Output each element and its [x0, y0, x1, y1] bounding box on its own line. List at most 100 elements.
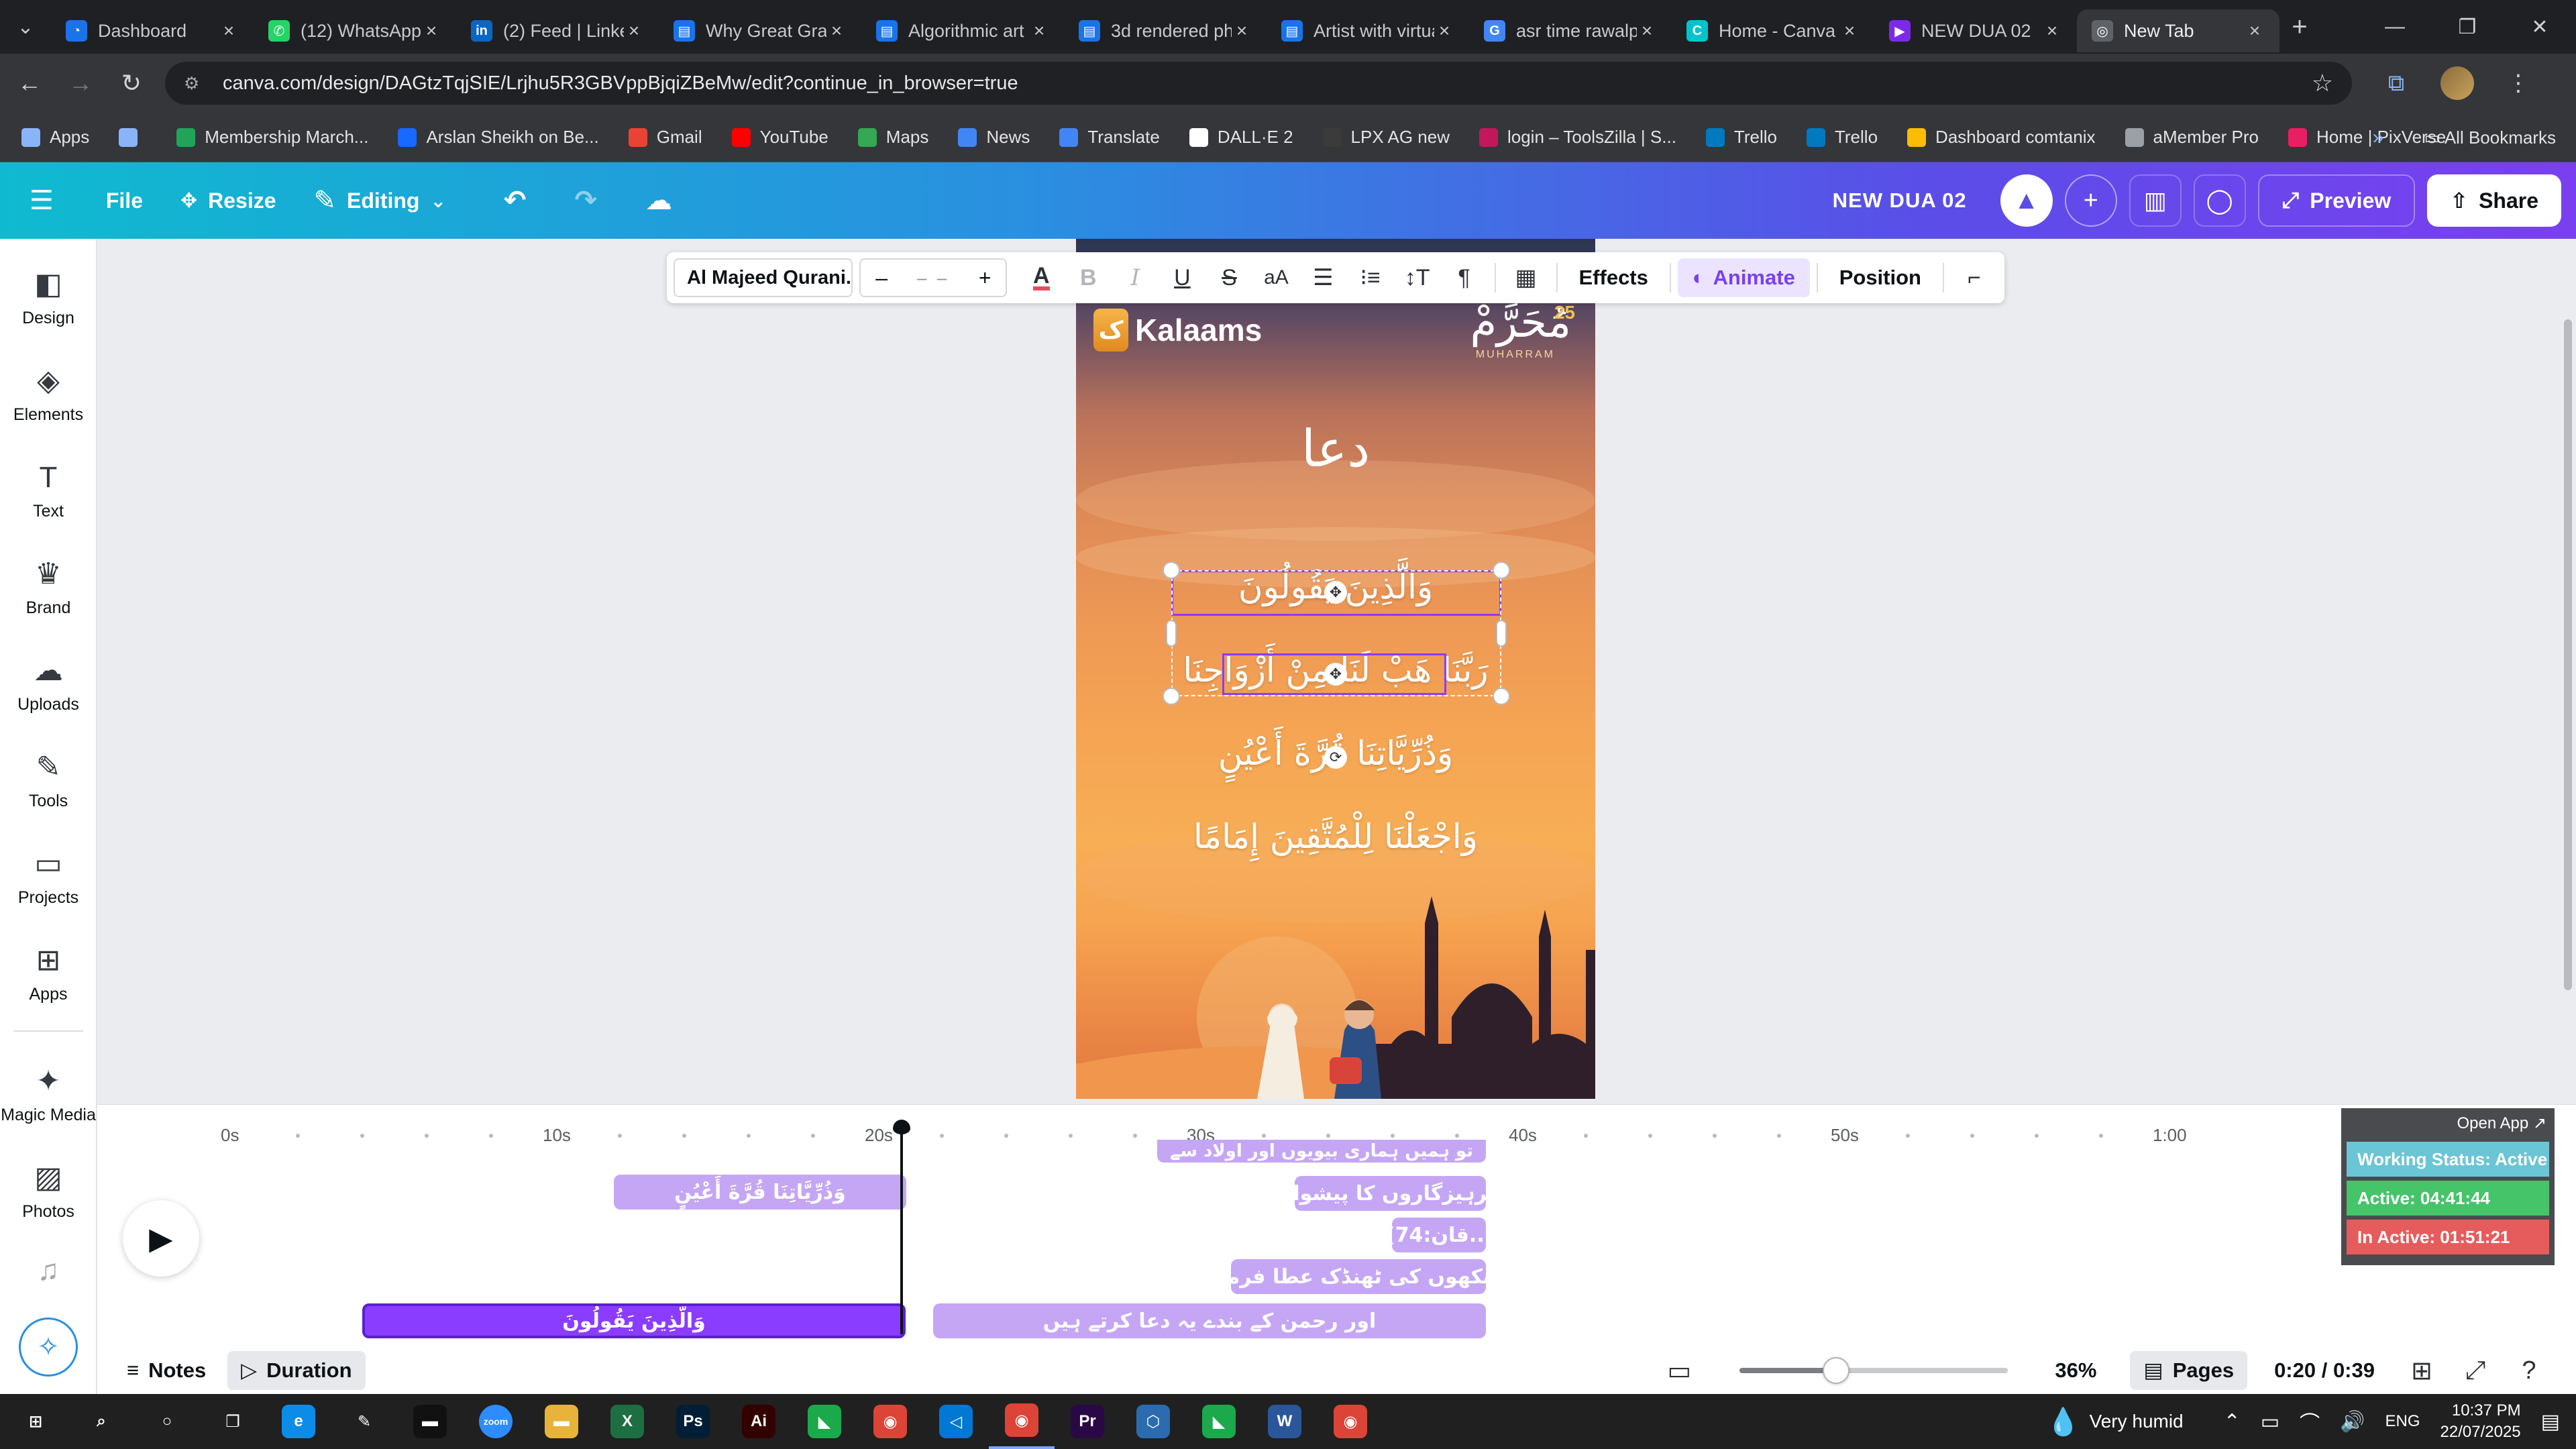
language-indicator[interactable]: ENG	[2385, 1412, 2420, 1431]
timeline-clip[interactable]: آنکھوں کی ٹھنڈک عطا فرما	[1231, 1259, 1486, 1294]
all-bookmarks-folder[interactable]: ▭ All Bookmarks	[2424, 127, 2556, 148]
browser-tab[interactable]: ◔ Dashboard ×	[51, 9, 254, 52]
dua-title[interactable]: دعا	[1076, 419, 1595, 478]
taskbar-app-task-view[interactable]: ❐	[200, 1394, 266, 1449]
close-tab-icon[interactable]: ×	[2042, 20, 2062, 42]
sidebar-item-photos[interactable]: ▨ Photos	[0, 1159, 97, 1222]
site-info-icon[interactable]: ⚙	[184, 73, 211, 94]
taskbar-app-chrome-2[interactable]: ◉	[1318, 1394, 1383, 1449]
playhead-line[interactable]	[900, 1132, 903, 1334]
browser-tab[interactable]: ▤ Why Great Graphic×	[659, 9, 861, 52]
taskbar-app-app-hex[interactable]: ⬡	[1120, 1394, 1186, 1449]
bookmark-item[interactable]: Gmail	[628, 127, 702, 148]
close-window-icon[interactable]: ✕	[2504, 0, 2576, 54]
bookmark-item[interactable]: Trello	[1806, 127, 1878, 148]
timeline-clip[interactable]: اور رحمن کے بندے یہ دعا کرتے ہیں	[933, 1303, 1486, 1338]
file-menu[interactable]: File	[106, 189, 143, 213]
timeline-clip[interactable]: ...قان:74)	[1392, 1218, 1486, 1252]
profile-avatar[interactable]	[2440, 66, 2474, 100]
duration-button[interactable]: ▷ Duration	[227, 1351, 366, 1390]
browser-tab[interactable]: ▶ NEW DUA 02 ×	[1874, 9, 2077, 52]
taskbar-app-illustrator[interactable]: Ai	[726, 1394, 792, 1449]
rotate-handle-icon[interactable]: ⟳	[1324, 746, 1347, 769]
help-icon[interactable]: ?	[2502, 1356, 2556, 1385]
taskbar-app-start[interactable]: ⊞	[3, 1394, 68, 1449]
animate-button[interactable]: ◐ Animate	[1677, 258, 1810, 297]
increase-font-size-button[interactable]: +	[964, 266, 1006, 290]
timeline-clip[interactable]: وَذُرِّيَّاتِنَا قُرَّةَ أَعْيُنٍ	[614, 1175, 906, 1210]
browser-tab[interactable]: ✆ (12) WhatsApp ×	[254, 9, 456, 52]
insights-icon[interactable]: ▥	[2129, 174, 2182, 227]
spacing-icon[interactable]: ↕T	[1394, 258, 1441, 297]
sidebar-item-elements[interactable]: ◈ Elements	[0, 362, 97, 425]
notes-button[interactable]: ≡ Notes	[113, 1351, 219, 1390]
browser-tab[interactable]: in (2) Feed | LinkedIn×	[456, 9, 659, 52]
open-app-link[interactable]: Open App ↗	[2347, 1114, 2549, 1138]
bookmark-item[interactable]: login – ToolsZilla | S...	[1479, 127, 1676, 148]
font-size-input[interactable]: – –	[902, 268, 964, 288]
taskbar-app-explorer[interactable]: ▬	[529, 1394, 594, 1449]
taskbar-app-edge[interactable]: e	[266, 1394, 331, 1449]
reload-icon[interactable]: ↻	[106, 69, 157, 97]
preview-button[interactable]: ⤢ Preview	[2257, 174, 2416, 227]
add-collaborator-icon[interactable]: +	[2064, 174, 2117, 227]
notifications-icon[interactable]: ▤	[2541, 1410, 2560, 1434]
resize-handle-bottom-left[interactable]	[1163, 688, 1180, 705]
playhead-handle[interactable]	[893, 1120, 910, 1134]
taskbar-app-search[interactable]: ⌕	[68, 1394, 134, 1449]
comments-icon[interactable]: ◯	[2193, 174, 2246, 227]
sidebar-item-apps[interactable]: ⊞ Apps	[0, 942, 97, 1004]
share-button[interactable]: ⇧ Share	[2427, 174, 2561, 227]
zoom-slider-thumb[interactable]	[1823, 1357, 1850, 1384]
bullet-list-icon[interactable]: ⁝≡	[1347, 258, 1394, 297]
align-center-icon[interactable]: ☰	[1299, 258, 1346, 297]
bookmark-item[interactable]: aMember Pro	[2125, 127, 2259, 148]
bookmark-item[interactable]: Arslan Sheikh on Be...	[398, 127, 599, 148]
browser-tab[interactable]: ▤ Artist with virtual ×	[1267, 9, 1469, 52]
close-tab-icon[interactable]: ×	[421, 20, 441, 42]
design-page[interactable]: ک Kalaams مُحَرَّمْ 25 MUHARRAM دعا وَالَ…	[1076, 239, 1595, 1099]
new-tab-icon[interactable]: +	[2279, 12, 2320, 42]
team-avatar[interactable]: ▲	[2000, 174, 2053, 227]
timeline-clip[interactable]: تو ہمیں ہماری بیویوں اور اولاد سے	[1157, 1140, 1486, 1163]
sidebar-item-uploads[interactable]: ☁ Uploads	[0, 652, 97, 714]
close-tab-icon[interactable]: ×	[1637, 20, 1657, 42]
scrollbar-thumb[interactable]	[2564, 319, 2572, 990]
tab-search-icon[interactable]: ⌄	[0, 0, 51, 54]
timeline-clip[interactable]: ...پرہیزگاروں کا پیشوا بنا	[1295, 1176, 1486, 1211]
browser-tab[interactable]: ▤ 3d rendered photo×	[1064, 9, 1267, 52]
move-handle-icon[interactable]: ✥	[1324, 581, 1347, 604]
transparency-icon[interactable]: ▦	[1503, 258, 1550, 297]
text-color-icon[interactable]: A	[1018, 258, 1065, 297]
back-icon[interactable]: ←	[4, 69, 55, 97]
font-family-select[interactable]: Al Majeed Qurani...	[674, 258, 853, 297]
resize-handle-left[interactable]	[1166, 620, 1177, 647]
taskbar-app-photoshop[interactable]: Ps	[660, 1394, 726, 1449]
redo-icon[interactable]: ↷	[574, 185, 608, 216]
letter-case-icon[interactable]: aA	[1252, 258, 1299, 297]
zoom-percent[interactable]: 36%	[2055, 1358, 2096, 1383]
bookmark-item[interactable]: Membership March...	[176, 127, 368, 148]
resize-handle-top-right[interactable]	[1493, 561, 1510, 579]
close-tab-icon[interactable]: ×	[624, 20, 644, 42]
workspace-scrollbar[interactable]	[2561, 239, 2576, 1104]
taskbar-app-word[interactable]: W	[1252, 1394, 1318, 1449]
fullscreen-icon[interactable]: ⤢	[2449, 1356, 2502, 1385]
close-tab-icon[interactable]: ×	[1029, 20, 1049, 42]
main-menu-icon[interactable]: ☰	[30, 185, 64, 216]
resize-handle-top-left[interactable]	[1163, 561, 1180, 579]
kalaams-logo[interactable]: ک Kalaams	[1093, 309, 1262, 352]
bookmark-item[interactable]: YouTube	[731, 127, 828, 148]
bookmark-item[interactable]: News	[958, 127, 1030, 148]
position-button[interactable]: Position	[1825, 258, 1936, 297]
taskbar-app-premiere[interactable]: Pr	[1055, 1394, 1120, 1449]
undo-icon[interactable]: ↶	[504, 185, 537, 216]
taskbar-app-cortana[interactable]: ○	[134, 1394, 200, 1449]
underline-icon[interactable]: U	[1159, 258, 1205, 297]
taskbar-app-green-app[interactable]: ◣	[792, 1394, 857, 1449]
play-button[interactable]: ▶	[123, 1200, 199, 1277]
browser-menu-icon[interactable]: ⋮	[2487, 70, 2549, 97]
meet-now-icon[interactable]: ▭	[2261, 1410, 2279, 1434]
bookmark-star-icon[interactable]: ☆	[2312, 69, 2333, 97]
bookmark-item[interactable]: Trello	[1705, 127, 1777, 148]
